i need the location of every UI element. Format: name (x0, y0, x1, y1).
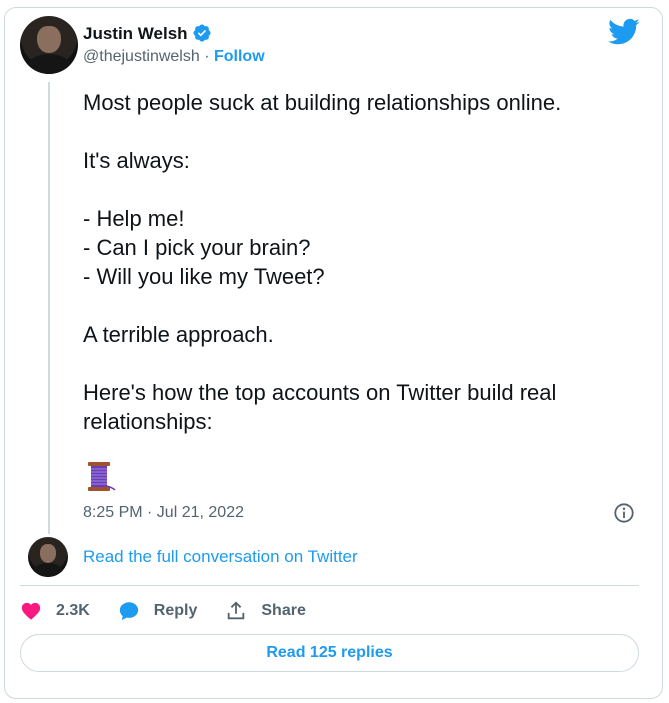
share-button[interactable]: Share (225, 600, 306, 622)
tweet-actions: 2.3K Reply Share (20, 598, 334, 624)
read-conversation-link[interactable]: Read the full conversation on Twitter (83, 547, 358, 567)
thread-spool-icon (88, 462, 116, 491)
author-handle[interactable]: @thejustinwelsh (83, 48, 200, 65)
reply-bubble-icon (119, 602, 138, 621)
info-icon[interactable] (613, 502, 635, 524)
verified-badge-icon (193, 24, 211, 42)
reply-label: Reply (153, 602, 198, 619)
reply-button[interactable]: Reply (118, 600, 198, 622)
heart-icon (21, 602, 41, 620)
like-button[interactable]: 2.3K (20, 600, 90, 622)
tweet-text: Most people suck at building relationshi… (83, 90, 562, 434)
author-avatar[interactable] (20, 16, 78, 74)
author-name[interactable]: Justin Welsh (83, 24, 188, 44)
divider (20, 585, 639, 586)
share-icon (228, 601, 245, 620)
separator-dot: · (204, 48, 210, 65)
share-label: Share (261, 602, 306, 619)
tweet-timestamp[interactable]: 8:25 PM · Jul 21, 2022 (83, 504, 244, 522)
like-count: 2.3K (56, 602, 90, 619)
reply-avatar[interactable] (28, 537, 68, 577)
read-replies-button[interactable]: Read 125 replies (20, 634, 639, 672)
author-handle-row: @thejustinwelsh · Follow (83, 48, 265, 66)
follow-link[interactable]: Follow (214, 48, 265, 65)
twitter-bird-icon[interactable] (608, 18, 640, 46)
thread-line (48, 82, 50, 534)
